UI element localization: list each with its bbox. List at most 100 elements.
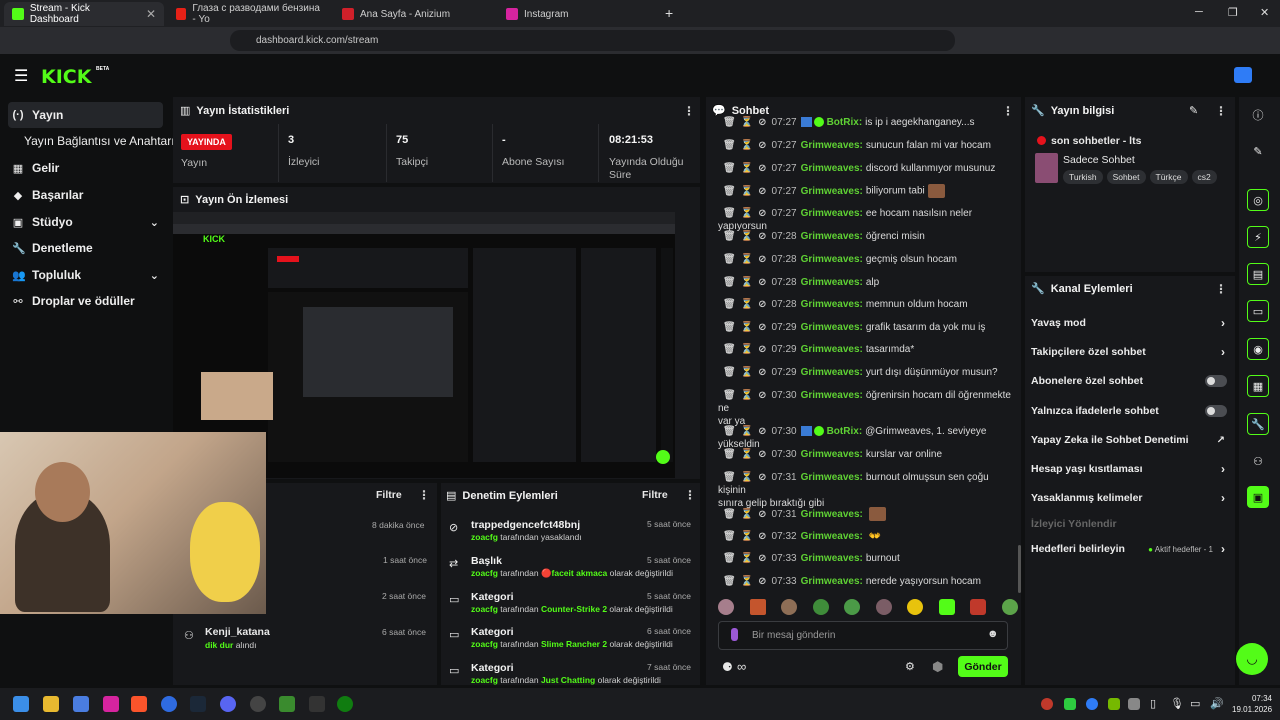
timeout-icon[interactable]: ⏳ xyxy=(741,186,753,197)
timeout-icon[interactable]: ⏳ xyxy=(741,531,753,542)
chat-username[interactable]: Grimweaves: xyxy=(801,576,863,587)
timeout-icon[interactable]: ⏳ xyxy=(741,449,753,460)
chat-username[interactable]: Grimweaves: xyxy=(801,254,863,265)
chat-username[interactable]: Grimweaves: xyxy=(801,186,863,197)
timeout-icon[interactable]: ⏳ xyxy=(741,231,753,242)
sidebar-item-yayin[interactable]: (·) Yayın xyxy=(8,102,163,128)
emote-icon[interactable] xyxy=(970,599,987,615)
chat-message[interactable]: 🗑 ⏳ ⊘ 07:28 Grimweaves: memnun oldum hocam xyxy=(718,298,1018,311)
windows-start-icon[interactable] xyxy=(13,696,29,712)
wrench-icon[interactable]: 🔧 xyxy=(1247,413,1269,435)
sidebar-item-basarilar[interactable]: ◆ Başarılar xyxy=(8,182,163,208)
chat-message[interactable]: 🗑 ⏳ ⊘ 07:31 Grimweaves: burnout olmuşsun sen … xyxy=(718,471,1018,510)
document-icon[interactable]: ▤ xyxy=(1247,263,1269,285)
close-tab-icon[interactable]: ✕ xyxy=(146,7,156,21)
lightning-icon[interactable]: ⚡ xyxy=(1247,226,1269,248)
emote-icon[interactable] xyxy=(718,599,734,615)
moderation-row[interactable]: ▭ Kategori zoacfg tarafından Slime Rancher… xyxy=(449,626,695,654)
chat-username[interactable]: Grimweaves: xyxy=(801,163,863,174)
timeout-icon[interactable]: ⏳ xyxy=(741,553,753,564)
moderation-row[interactable]: ⊘ trappedgencefct48bnj zoacfg tarafından y… xyxy=(449,519,695,547)
delete-message-icon[interactable]: 🗑 xyxy=(723,531,736,542)
pencil-icon[interactable]: ✎ xyxy=(1247,140,1269,162)
delete-message-icon[interactable]: 🗑 xyxy=(723,553,736,564)
chat-username[interactable]: Grimweaves: xyxy=(801,472,863,483)
ban-icon[interactable]: ⊘ xyxy=(758,254,766,265)
chat-username[interactable]: Grimweaves: xyxy=(801,231,863,242)
timeout-icon[interactable]: ⏳ xyxy=(741,576,753,587)
ban-icon[interactable]: ⊘ xyxy=(758,426,766,437)
nvidia-icon[interactable] xyxy=(1108,698,1120,710)
delete-message-icon[interactable]: 🗑 xyxy=(723,390,736,401)
maximize-button[interactable]: ❐ xyxy=(1228,6,1238,19)
ban-icon[interactable]: ⊘ xyxy=(758,322,766,333)
ban-icon[interactable]: ⊘ xyxy=(758,163,766,174)
minecraft-icon[interactable] xyxy=(279,696,295,712)
delete-message-icon[interactable]: 🗑 xyxy=(723,231,736,242)
tab-youtube[interactable]: Глаза с разводами бензина - Yo xyxy=(168,2,328,26)
channel-action-item[interactable]: Yapay Zeka ile Sohbet Denetimi ↗ xyxy=(1031,433,1231,447)
ban-icon[interactable]: ⊘ xyxy=(758,186,766,197)
chat-message[interactable]: 🗑 ⏳ ⊘ 07:33 Grimweaves: nerede yaşıyorsun hoc… xyxy=(718,575,1018,588)
steam-icon[interactable] xyxy=(190,696,206,712)
stream-info-menu-icon[interactable]: ⋮ xyxy=(1215,104,1227,118)
emote-icon[interactable] xyxy=(749,599,766,615)
app-icon[interactable] xyxy=(161,696,177,712)
delete-message-icon[interactable]: 🗑 xyxy=(723,299,736,310)
chat-message[interactable]: 🗑 ⏳ ⊘ 07:28 Grimweaves: geçmiş olsun hocam xyxy=(718,253,1018,266)
tab-kick-dashboard[interactable]: Stream - Kick Dashboard ✕ xyxy=(4,2,164,26)
network-icon[interactable]: ▭ xyxy=(1190,697,1200,710)
chat-message[interactable]: 🗑 ⏳ ⊘ 07:28 Grimweaves: öğrenci misin xyxy=(718,230,1018,243)
timeout-icon[interactable]: ⏳ xyxy=(741,472,753,483)
emote-icon[interactable] xyxy=(781,599,798,615)
delete-message-icon[interactable]: 🗑 xyxy=(723,117,736,128)
ban-icon[interactable]: ⊘ xyxy=(758,299,766,310)
delete-message-icon[interactable]: 🗑 xyxy=(723,277,736,288)
delete-message-icon[interactable]: 🗑 xyxy=(723,140,736,151)
url-input[interactable]: dashboard.kick.com/stream xyxy=(230,30,955,51)
channel-action-item[interactable]: İzleyici Yönlendir xyxy=(1031,517,1231,531)
sidebar-item-denetleme[interactable]: 🔧 Denetleme xyxy=(8,235,163,261)
timeout-icon[interactable]: ⏳ xyxy=(741,208,753,219)
emote-icon[interactable] xyxy=(875,599,892,615)
chat-message[interactable]: 🗑 ⏳ ⊘ 07:30 Grimweaves: öğrenirsin hocam dil … xyxy=(718,389,1018,428)
chat-input[interactable]: Bir mesaj gönderin ☻ xyxy=(718,621,1008,650)
chat-message[interactable]: 🗑 ⏳ ⊘ 07:30 Grimweaves: kurslar var online xyxy=(718,448,1018,461)
delete-message-icon[interactable]: 🗑 xyxy=(723,322,736,333)
timeout-icon[interactable]: ⏳ xyxy=(741,254,753,265)
channel-actions-menu-icon[interactable]: ⋮ xyxy=(1215,282,1227,296)
screen-capture-icon[interactable]: ◎ xyxy=(1247,189,1269,211)
channel-action-item[interactable]: Yavaş mod › xyxy=(1031,316,1231,330)
ban-icon[interactable]: ⊘ xyxy=(758,553,766,564)
chat-message[interactable]: 🗑 ⏳ ⊘ 07:29 Grimweaves: grafik tasarım da yok… xyxy=(718,321,1018,334)
chat-settings-icon[interactable]: ⚙ xyxy=(905,660,915,673)
ban-icon[interactable]: ⊘ xyxy=(758,390,766,401)
delete-message-icon[interactable]: 🗑 xyxy=(723,186,736,197)
usb-icon[interactable]: ▯ xyxy=(1150,697,1156,710)
delete-message-icon[interactable]: 🗑 xyxy=(723,576,736,587)
timeout-icon[interactable]: ⏳ xyxy=(741,367,753,378)
ban-icon[interactable]: ⊘ xyxy=(758,531,766,542)
emoji-icon[interactable]: ☻ xyxy=(987,628,999,640)
layout-icon[interactable]: ▦ xyxy=(1247,375,1269,397)
ban-icon[interactable]: ⊘ xyxy=(758,367,766,378)
channel-action-item[interactable]: Hesap yaşı kısıtlaması › xyxy=(1031,462,1231,476)
chat-username[interactable]: Grimweaves: xyxy=(801,553,863,564)
activity-filter-button[interactable]: Filtre xyxy=(376,489,402,501)
kick-logo[interactable]: KICK xyxy=(41,66,91,88)
chat-username[interactable]: Grimweaves: xyxy=(801,322,863,333)
moderation-filter-button[interactable]: Filtre xyxy=(642,489,668,501)
tray-icon[interactable] xyxy=(1128,698,1140,710)
brave-icon[interactable] xyxy=(131,696,147,712)
timeout-icon[interactable]: ⏳ xyxy=(741,344,753,355)
moderation-row[interactable]: ▭ Kategori zoacfg tarafından Just Chatting… xyxy=(449,662,695,690)
profile-avatar[interactable] xyxy=(1234,67,1252,83)
chat-username[interactable]: Grimweaves: xyxy=(801,299,863,310)
tag[interactable]: Sohbet xyxy=(1106,170,1146,184)
ban-icon[interactable]: ⊘ xyxy=(758,277,766,288)
stats-menu-icon[interactable]: ⋮ xyxy=(683,104,695,118)
emote-icon[interactable] xyxy=(844,599,861,615)
close-window-button[interactable]: ✕ xyxy=(1260,6,1269,19)
timeout-icon[interactable]: ⏳ xyxy=(741,117,753,128)
instagram-icon[interactable] xyxy=(103,696,119,712)
